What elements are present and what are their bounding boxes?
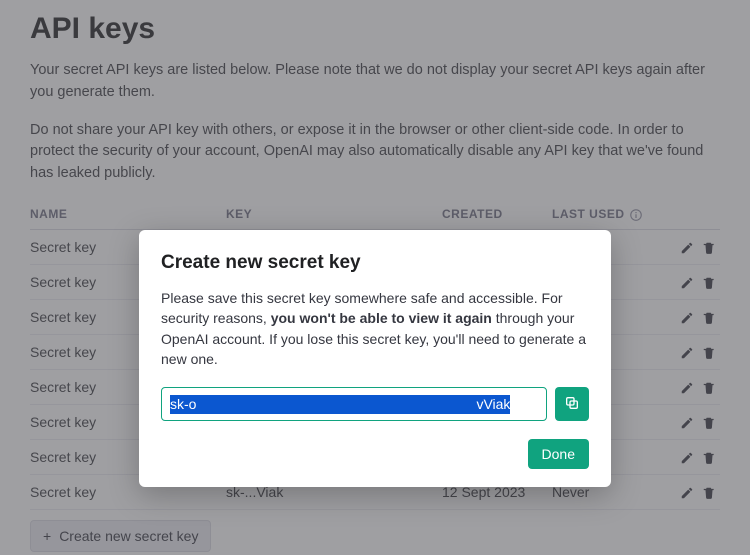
copy-key-button[interactable] (555, 387, 589, 421)
copy-icon (564, 395, 580, 414)
done-button[interactable]: Done (528, 439, 589, 469)
secret-key-field[interactable]: sk-ovViak (161, 387, 547, 421)
modal-body: Please save this secret key somewhere sa… (161, 288, 589, 369)
modal-title: Create new secret key (161, 252, 589, 274)
modal-overlay[interactable]: Create new secret key Please save this s… (0, 0, 750, 555)
create-secret-key-modal: Create new secret key Please save this s… (139, 230, 611, 487)
